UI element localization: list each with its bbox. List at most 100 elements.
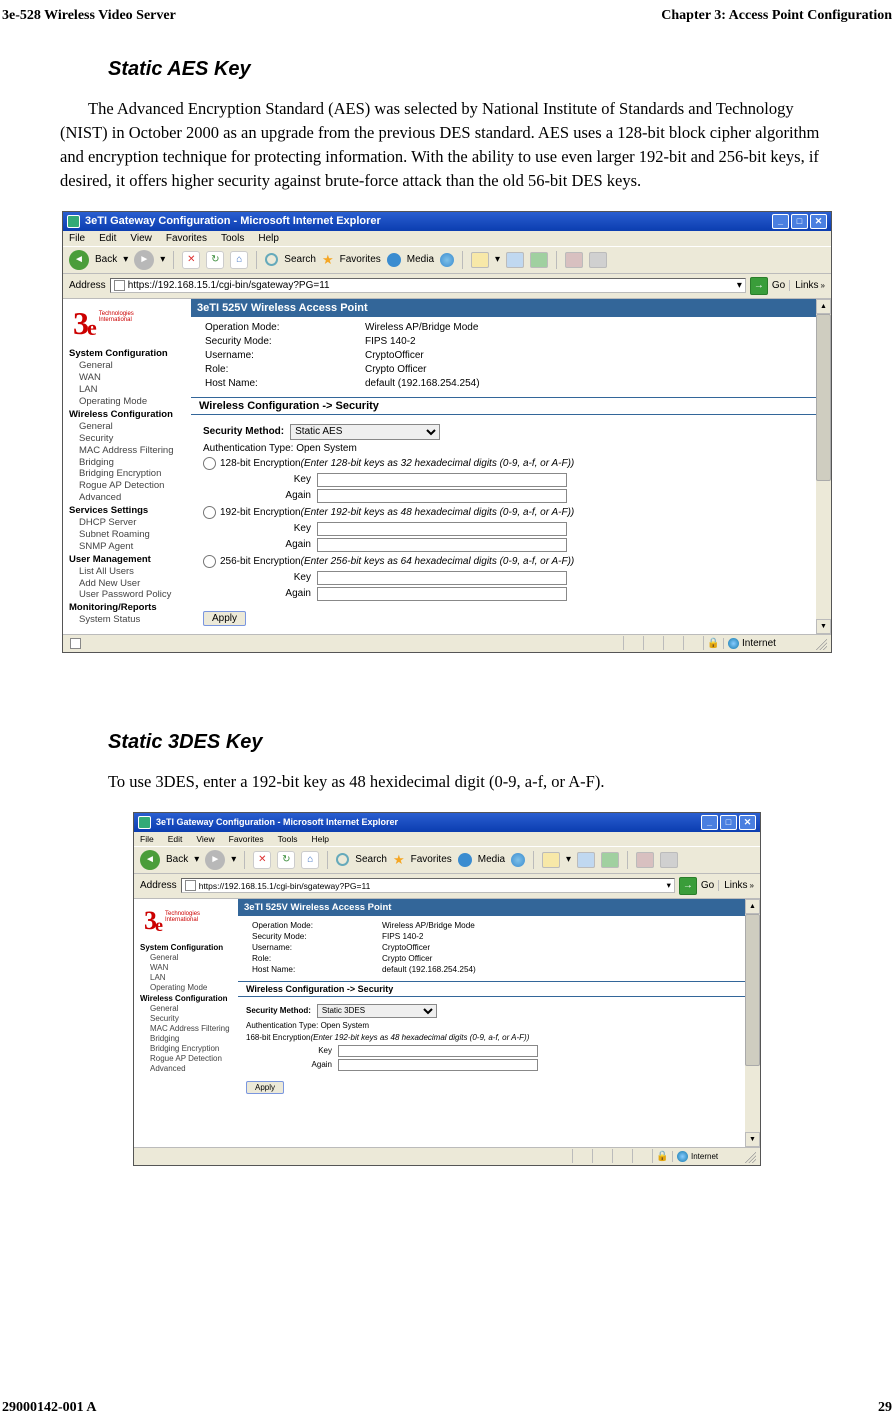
apply-button[interactable]: Apply	[203, 611, 246, 626]
again-192-input[interactable]	[317, 538, 567, 552]
links-label[interactable]: Links	[795, 280, 818, 291]
apply-button[interactable]: Apply	[246, 1081, 284, 1094]
links-label[interactable]: Links	[724, 880, 747, 891]
menu-help[interactable]: Help	[258, 233, 279, 244]
favorites-label[interactable]: Favorites	[340, 254, 381, 265]
go-button[interactable]: →	[750, 277, 768, 295]
search-icon[interactable]	[336, 853, 349, 866]
history-icon[interactable]	[511, 853, 525, 867]
menu-edit[interactable]: Edit	[168, 834, 183, 844]
nav-item-advanced[interactable]: Advanced	[138, 1064, 234, 1074]
address-input[interactable]: https://192.168.15.1/cgi-bin/sgateway?PG…	[181, 878, 675, 893]
scroll-thumb[interactable]	[816, 314, 831, 482]
scroll-up-icon[interactable]: ▲	[816, 299, 831, 314]
content-scrollbar[interactable]: ▲ ▼	[745, 899, 760, 1147]
mail-icon[interactable]	[542, 852, 560, 868]
nav-item-snmp[interactable]: SNMP Agent	[67, 541, 187, 553]
menu-view[interactable]: View	[196, 834, 214, 844]
nav-item-advanced[interactable]: Advanced	[67, 492, 187, 504]
search-label[interactable]: Search	[284, 254, 316, 265]
favorites-icon[interactable]: ★	[393, 852, 405, 868]
key-128-input[interactable]	[317, 473, 567, 487]
nav-item-general[interactable]: General	[138, 953, 234, 963]
again-3des-input[interactable]	[338, 1059, 538, 1071]
scroll-down-icon[interactable]: ▼	[745, 1132, 760, 1147]
edit-icon[interactable]	[601, 852, 619, 868]
nav-item-general[interactable]: General	[67, 360, 187, 372]
menu-tools[interactable]: Tools	[278, 834, 298, 844]
menu-help[interactable]: Help	[311, 834, 328, 844]
nav-item-bridgeenc[interactable]: Bridging Encryption	[67, 468, 187, 480]
radio-192bit[interactable]	[203, 506, 216, 519]
nav-item-sysstatus[interactable]: System Status	[67, 614, 187, 626]
minimize-button[interactable]: _	[701, 815, 718, 830]
close-button[interactable]: ✕	[739, 815, 756, 830]
stop-button[interactable]: ✕	[182, 251, 200, 269]
nav-item-rogue[interactable]: Rogue AP Detection	[138, 1054, 234, 1064]
discuss-icon[interactable]	[565, 252, 583, 268]
address-dropdown-icon[interactable]: ▾	[667, 880, 671, 891]
nav-item-pwdpolicy[interactable]: User Password Policy	[67, 589, 187, 601]
window-titlebar[interactable]: 3eTI Gateway Configuration - Microsoft I…	[134, 813, 760, 832]
media-icon[interactable]	[458, 853, 472, 867]
nav-item-wgeneral[interactable]: General	[138, 1004, 234, 1014]
research-icon[interactable]	[589, 252, 607, 268]
nav-item-dhcp[interactable]: DHCP Server	[67, 517, 187, 529]
menu-tools[interactable]: Tools	[221, 233, 244, 244]
again-256-input[interactable]	[317, 587, 567, 601]
resize-grip-icon[interactable]	[742, 1149, 756, 1163]
nav-item-security[interactable]: Security	[138, 1014, 234, 1024]
nav-item-adduser[interactable]: Add New User	[67, 578, 187, 590]
key-3des-input[interactable]	[338, 1045, 538, 1057]
security-method-select[interactable]: Static 3DES	[317, 1004, 437, 1018]
key-192-input[interactable]	[317, 522, 567, 536]
nav-item-macfilter[interactable]: MAC Address Filtering	[67, 445, 187, 457]
nav-item-wgeneral[interactable]: General	[67, 421, 187, 433]
discuss-icon[interactable]	[636, 852, 654, 868]
nav-item-bridging[interactable]: Bridging	[67, 457, 187, 469]
menu-view[interactable]: View	[130, 233, 152, 244]
key-256-input[interactable]	[317, 571, 567, 585]
nav-item-subnet[interactable]: Subnet Roaming	[67, 529, 187, 541]
research-icon[interactable]	[660, 852, 678, 868]
go-label[interactable]: Go	[772, 280, 785, 291]
media-label[interactable]: Media	[407, 254, 434, 265]
favorites-label[interactable]: Favorites	[411, 854, 452, 865]
back-label[interactable]: Back	[166, 854, 188, 865]
nav-item-wan[interactable]: WAN	[67, 372, 187, 384]
window-titlebar[interactable]: 3eTI Gateway Configuration - Microsoft I…	[63, 212, 831, 231]
nav-item-rogue[interactable]: Rogue AP Detection	[67, 480, 187, 492]
back-button[interactable]: ◄	[140, 850, 160, 870]
menu-favorites[interactable]: Favorites	[166, 233, 207, 244]
nav-item-listusers[interactable]: List All Users	[67, 566, 187, 578]
media-icon[interactable]	[387, 253, 401, 267]
close-button[interactable]: ✕	[810, 214, 827, 229]
favorites-icon[interactable]: ★	[322, 252, 334, 268]
menu-file[interactable]: File	[69, 233, 85, 244]
links-expand-icon[interactable]: »	[750, 881, 754, 890]
refresh-button[interactable]: ↻	[277, 851, 295, 869]
go-label[interactable]: Go	[701, 880, 714, 891]
scroll-up-icon[interactable]: ▲	[745, 899, 760, 914]
nav-item-security[interactable]: Security	[67, 433, 187, 445]
scroll-down-icon[interactable]: ▼	[816, 619, 831, 634]
search-icon[interactable]	[265, 253, 278, 266]
again-128-input[interactable]	[317, 489, 567, 503]
scroll-thumb[interactable]	[745, 914, 760, 1067]
back-dropdown-icon[interactable]: ▾	[123, 254, 128, 265]
minimize-button[interactable]: _	[772, 214, 789, 229]
menu-favorites[interactable]: Favorites	[229, 834, 264, 844]
refresh-button[interactable]: ↻	[206, 251, 224, 269]
media-label[interactable]: Media	[478, 854, 505, 865]
radio-128bit[interactable]	[203, 457, 216, 470]
stop-button[interactable]: ✕	[253, 851, 271, 869]
history-icon[interactable]	[440, 253, 454, 267]
mail-dropdown-icon[interactable]: ▾	[566, 854, 571, 865]
security-method-select[interactable]: Static AES	[290, 424, 440, 440]
nav-item-opmode[interactable]: Operating Mode	[67, 396, 187, 408]
nav-item-wan[interactable]: WAN	[138, 963, 234, 973]
edit-icon[interactable]	[530, 252, 548, 268]
address-dropdown-icon[interactable]: ▾	[737, 280, 742, 291]
mail-icon[interactable]	[471, 252, 489, 268]
nav-item-opmode[interactable]: Operating Mode	[138, 983, 234, 993]
